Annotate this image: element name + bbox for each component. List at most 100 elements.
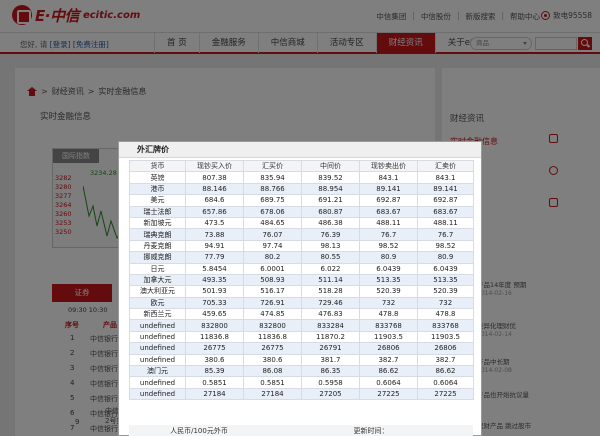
cell-fx-sell: 89.141	[417, 182, 474, 196]
cell-fx-sell: 478.8	[417, 308, 474, 321]
col-cash-sell: 现钞卖出价	[359, 159, 418, 173]
table-row: 澳大利亚元 501.93 516.17 518.28 520.39 520.39	[129, 285, 474, 298]
cell-fx-buy: 27184	[243, 387, 302, 401]
cell-fx-sell: 843.1	[417, 171, 474, 184]
cell-fx-buy: 516.17	[243, 285, 302, 298]
cell-fx-sell: 513.35	[417, 273, 474, 287]
cell-fx-sell: 488.11	[417, 216, 474, 230]
table-row: 港币 88.146 88.766 88.954 89.141 89.141	[129, 182, 474, 196]
cell-fx-buy: 97.74	[243, 239, 302, 253]
cell-currency: 日元	[129, 262, 186, 275]
table-row: 新加坡元 473.5 484.65 486.38 488.11 488.11	[129, 216, 474, 230]
cell-middle: 691.21	[301, 194, 360, 207]
cell-cash-buy: 94.91	[185, 239, 244, 253]
cell-currency: undefined	[129, 342, 186, 355]
cell-cash-buy: 73.88	[185, 228, 244, 241]
cell-middle: 0.5958	[301, 376, 360, 389]
cell-middle: 729.46	[301, 296, 360, 310]
cell-middle: 381.7	[301, 353, 360, 367]
cell-fx-sell: 98.52	[417, 239, 474, 253]
cell-fx-sell: 520.39	[417, 285, 474, 298]
cell-currency: 新加坡元	[129, 216, 186, 230]
cell-cash-sell: 76.7	[359, 228, 418, 241]
cell-cash-sell: 11903.5	[359, 330, 418, 344]
cell-currency: 瑞典克朗	[129, 228, 186, 241]
col-cash-buy: 现钞买入价	[185, 159, 244, 173]
cell-fx-buy: 689.75	[243, 194, 302, 207]
col-middle: 中间价	[301, 159, 360, 173]
table-row: 加拿大元 493.35 508.93 511.14 513.35 513.35	[129, 273, 474, 287]
cell-cash-sell: 843.1	[359, 171, 418, 184]
cell-fx-buy: 474.85	[243, 308, 302, 321]
cell-middle: 839.52	[301, 171, 360, 184]
cell-cash-buy: 88.146	[185, 182, 244, 196]
cell-cash-buy: 684.6	[185, 194, 244, 207]
dialog-footer: 人民币/100元外币 更新时间：	[129, 425, 473, 436]
cell-cash-sell: 732	[359, 296, 418, 310]
cell-currency: undefined	[129, 376, 186, 389]
cell-cash-buy: 705.33	[185, 296, 244, 310]
cell-fx-sell: 683.67	[417, 205, 474, 218]
cell-cash-buy: 27184	[185, 387, 244, 401]
cell-currency: 澳大利亚元	[129, 285, 186, 298]
cell-fx-sell: 0.6064	[417, 376, 474, 389]
cell-cash-sell: 98.52	[359, 239, 418, 253]
cell-currency: 新西兰元	[129, 308, 186, 321]
cell-fx-sell: 732	[417, 296, 474, 310]
cell-cash-sell: 488.11	[359, 216, 418, 230]
cell-cash-buy: 0.5851	[185, 376, 244, 389]
cell-cash-buy: 459.65	[185, 308, 244, 321]
cell-cash-buy: 85.39	[185, 365, 244, 378]
cell-currency: 瑞士法郎	[129, 205, 186, 218]
cell-cash-buy: 832800	[185, 319, 244, 332]
cell-middle: 27205	[301, 387, 360, 401]
dialog-title: 外汇牌价	[119, 142, 481, 158]
cell-cash-sell: 0.6064	[359, 376, 418, 389]
cell-middle: 518.28	[301, 285, 360, 298]
fx-table-body: 英镑 807.38 835.94 839.52 843.1 843.1 港币 88.146 88…	[129, 171, 474, 401]
cell-cash-buy: 493.35	[185, 273, 244, 287]
cell-fx-buy: 835.94	[243, 171, 302, 184]
table-row: 丹麦克朗 94.91 97.74 98.13 98.52 98.52	[129, 239, 474, 253]
cell-currency: undefined	[129, 353, 186, 367]
table-row: undefined 0.5851 0.5851 0.5958 0.6064 0.6064	[129, 376, 474, 389]
cell-currency: 丹麦克朗	[129, 239, 186, 253]
cell-fx-buy: 6.0001	[243, 262, 302, 275]
cell-currency: 港币	[129, 182, 186, 196]
cell-fx-sell: 382.7	[417, 353, 474, 367]
cell-cash-sell: 80.9	[359, 251, 418, 264]
cell-cash-sell: 513.35	[359, 273, 418, 287]
cell-fx-buy: 726.91	[243, 296, 302, 310]
cell-fx-buy: 11836.8	[243, 330, 302, 344]
cell-currency: 美元	[129, 194, 186, 207]
cell-cash-sell: 86.62	[359, 365, 418, 378]
cell-fx-sell: 833768	[417, 319, 474, 332]
cell-fx-buy: 88.766	[243, 182, 302, 196]
table-row: 欧元 705.33 726.91 729.46 732 732	[129, 296, 474, 310]
cell-cash-sell: 833768	[359, 319, 418, 332]
cell-cash-sell: 478.8	[359, 308, 418, 321]
cell-middle: 680.87	[301, 205, 360, 218]
cell-cash-sell: 26806	[359, 342, 418, 355]
table-row: 挪威克朗 77.79 80.2 80.55 80.9 80.9	[129, 251, 474, 264]
table-row: 澳门元 85.39 86.08 86.35 86.62 86.62	[129, 365, 474, 378]
cell-fx-sell: 27225	[417, 387, 474, 401]
cell-currency: 加拿大元	[129, 273, 186, 287]
cell-middle: 833284	[301, 319, 360, 332]
cell-fx-sell: 86.62	[417, 365, 474, 378]
cell-middle: 80.55	[301, 251, 360, 264]
table-row: undefined 27184 27184 27205 27225 27225	[129, 387, 474, 401]
cell-cash-sell: 692.87	[359, 194, 418, 207]
col-fx-sell: 汇卖价	[417, 159, 474, 173]
table-row: 美元 684.6 689.75 691.21 692.87 692.87	[129, 194, 474, 207]
cell-cash-buy: 501.93	[185, 285, 244, 298]
cell-middle: 511.14	[301, 273, 360, 287]
table-row: undefined 380.6 380.6 381.7 382.7 382.7	[129, 353, 474, 367]
cell-middle: 6.022	[301, 262, 360, 275]
cell-middle: 11870.2	[301, 330, 360, 344]
footer-unit: 人民币/100元外币	[170, 427, 228, 435]
cell-middle: 476.83	[301, 308, 360, 321]
cell-cash-sell: 89.141	[359, 182, 418, 196]
cell-fx-sell: 76.7	[417, 228, 474, 241]
cell-cash-buy: 473.5	[185, 216, 244, 230]
